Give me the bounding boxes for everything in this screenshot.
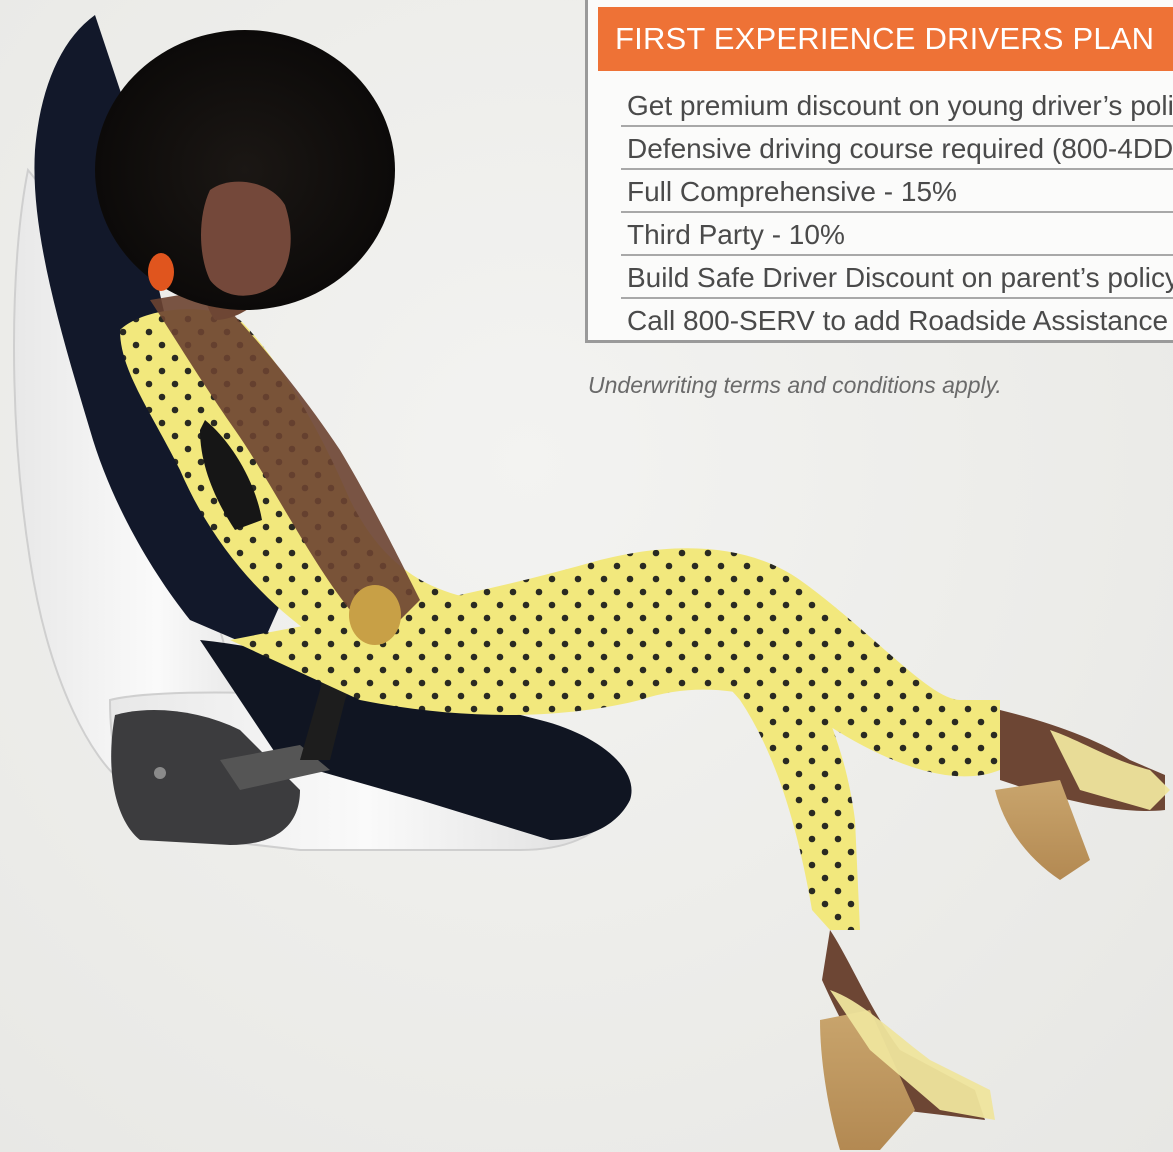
- plan-item-premium-discount: Get premium discount on young driver’s p…: [621, 84, 1173, 127]
- gold-bangle: [349, 585, 401, 645]
- plan-item-defensive-course: Defensive driving course required (800-4…: [621, 127, 1173, 170]
- plan-info-box: FIRST EXPERIENCE DRIVERS PLAN Get premiu…: [585, 0, 1173, 343]
- plan-feature-list: Get premium discount on young driver’s p…: [621, 84, 1173, 340]
- underwriting-disclaimer: Underwriting terms and conditions apply.: [588, 372, 1002, 398]
- page-background: FIRST EXPERIENCE DRIVERS PLAN Get premiu…: [0, 0, 1173, 1152]
- plan-item-third-party: Third Party - 10%: [621, 213, 1173, 256]
- plan-item-full-comprehensive: Full Comprehensive - 15%: [621, 170, 1173, 213]
- earring: [148, 253, 174, 291]
- plan-item-safe-driver-discount: Build Safe Driver Discount on parent’s p…: [621, 256, 1173, 299]
- plan-title: FIRST EXPERIENCE DRIVERS PLAN: [598, 7, 1173, 71]
- plan-item-roadside-assistance: Call 800-SERV to add Roadside Assistance: [627, 305, 1169, 336]
